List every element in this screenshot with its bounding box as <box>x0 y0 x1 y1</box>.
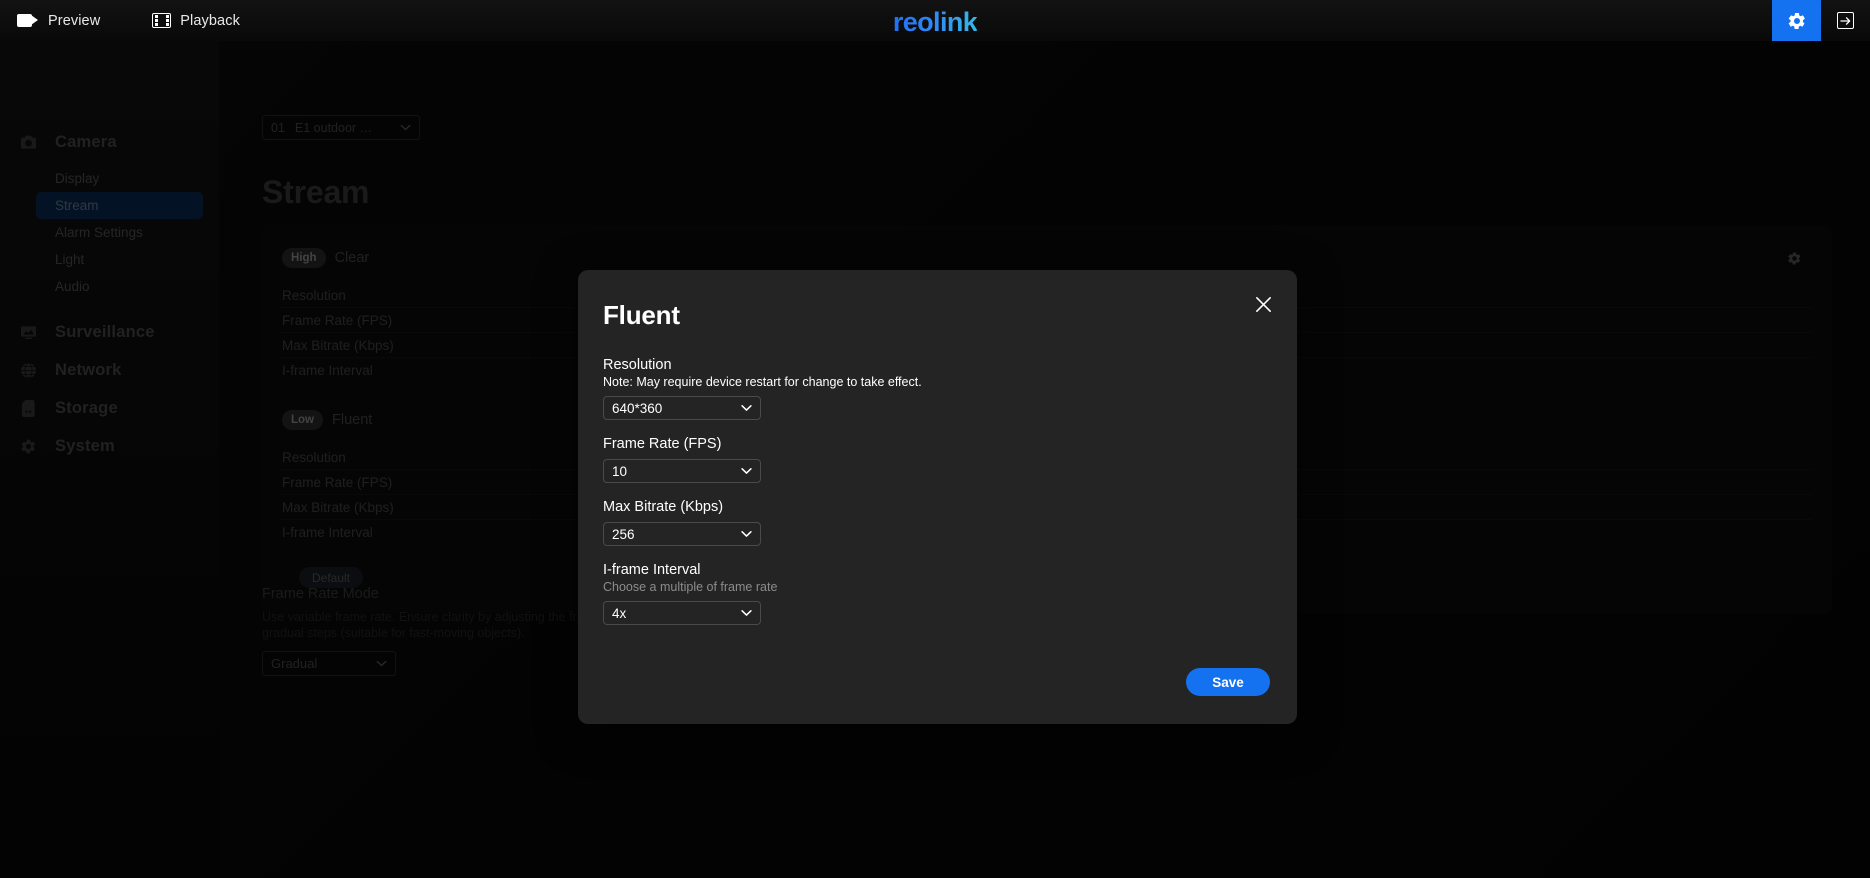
chevron-down-icon <box>741 405 752 411</box>
field-resolution: Resolution Note: May require device rest… <box>603 357 1272 420</box>
field-label-resolution: Resolution <box>603 357 672 373</box>
settings-button[interactable] <box>1772 0 1821 41</box>
iframe-interval-value: 4x <box>612 605 627 621</box>
chevron-down-icon <box>741 468 752 474</box>
film-icon <box>152 13 172 28</box>
max-bitrate-select[interactable]: 256 <box>603 522 761 546</box>
camera-icon <box>17 13 39 28</box>
field-label-frame-rate: Frame Rate (FPS) <box>603 436 722 452</box>
logout-icon <box>1837 12 1854 29</box>
top-bar-actions <box>1772 0 1870 41</box>
field-note-resolution: Note: May require device restart for cha… <box>603 375 922 389</box>
chevron-down-icon <box>741 531 752 537</box>
field-iframe-interval: I-frame Interval Choose a multiple of fr… <box>603 562 1272 625</box>
brand-logo: reolink <box>892 7 978 37</box>
field-label-iframe-interval: I-frame Interval <box>603 562 701 578</box>
save-button[interactable]: Save <box>1186 668 1270 696</box>
fluent-settings-dialog: Fluent Resolution Note: May require devi… <box>578 270 1297 724</box>
field-max-bitrate: Max Bitrate (Kbps) 256 <box>603 499 1272 546</box>
chevron-down-icon <box>741 610 752 616</box>
top-nav-label-preview: Preview <box>48 12 101 29</box>
field-label-max-bitrate: Max Bitrate (Kbps) <box>603 499 724 515</box>
close-button[interactable] <box>1249 290 1277 318</box>
top-nav-label-playback: Playback <box>180 12 240 29</box>
iframe-interval-select[interactable]: 4x <box>603 601 761 625</box>
field-note-iframe-interval: Choose a multiple of frame rate <box>603 580 778 594</box>
top-bar: Preview Playback reolink <box>0 0 1870 41</box>
close-icon <box>1255 296 1271 312</box>
gear-icon <box>1788 12 1805 29</box>
resolution-value: 640*360 <box>612 400 663 416</box>
dialog-form: Resolution Note: May require device rest… <box>603 357 1272 641</box>
app-root: Preview Playback reolink Fluent Resoluti… <box>0 0 1870 878</box>
top-nav-item-preview[interactable]: Preview <box>17 13 100 29</box>
frame-rate-value: 10 <box>612 463 628 479</box>
max-bitrate-value: 256 <box>612 526 635 542</box>
top-nav: Preview Playback <box>0 13 240 29</box>
dialog-title: Fluent <box>603 300 680 330</box>
top-nav-item-playback[interactable]: Playback <box>152 13 240 29</box>
field-frame-rate: Frame Rate (FPS) 10 <box>603 436 1272 483</box>
frame-rate-select[interactable]: 10 <box>603 459 761 483</box>
resolution-select[interactable]: 640*360 <box>603 396 761 420</box>
logout-button[interactable] <box>1821 0 1870 41</box>
